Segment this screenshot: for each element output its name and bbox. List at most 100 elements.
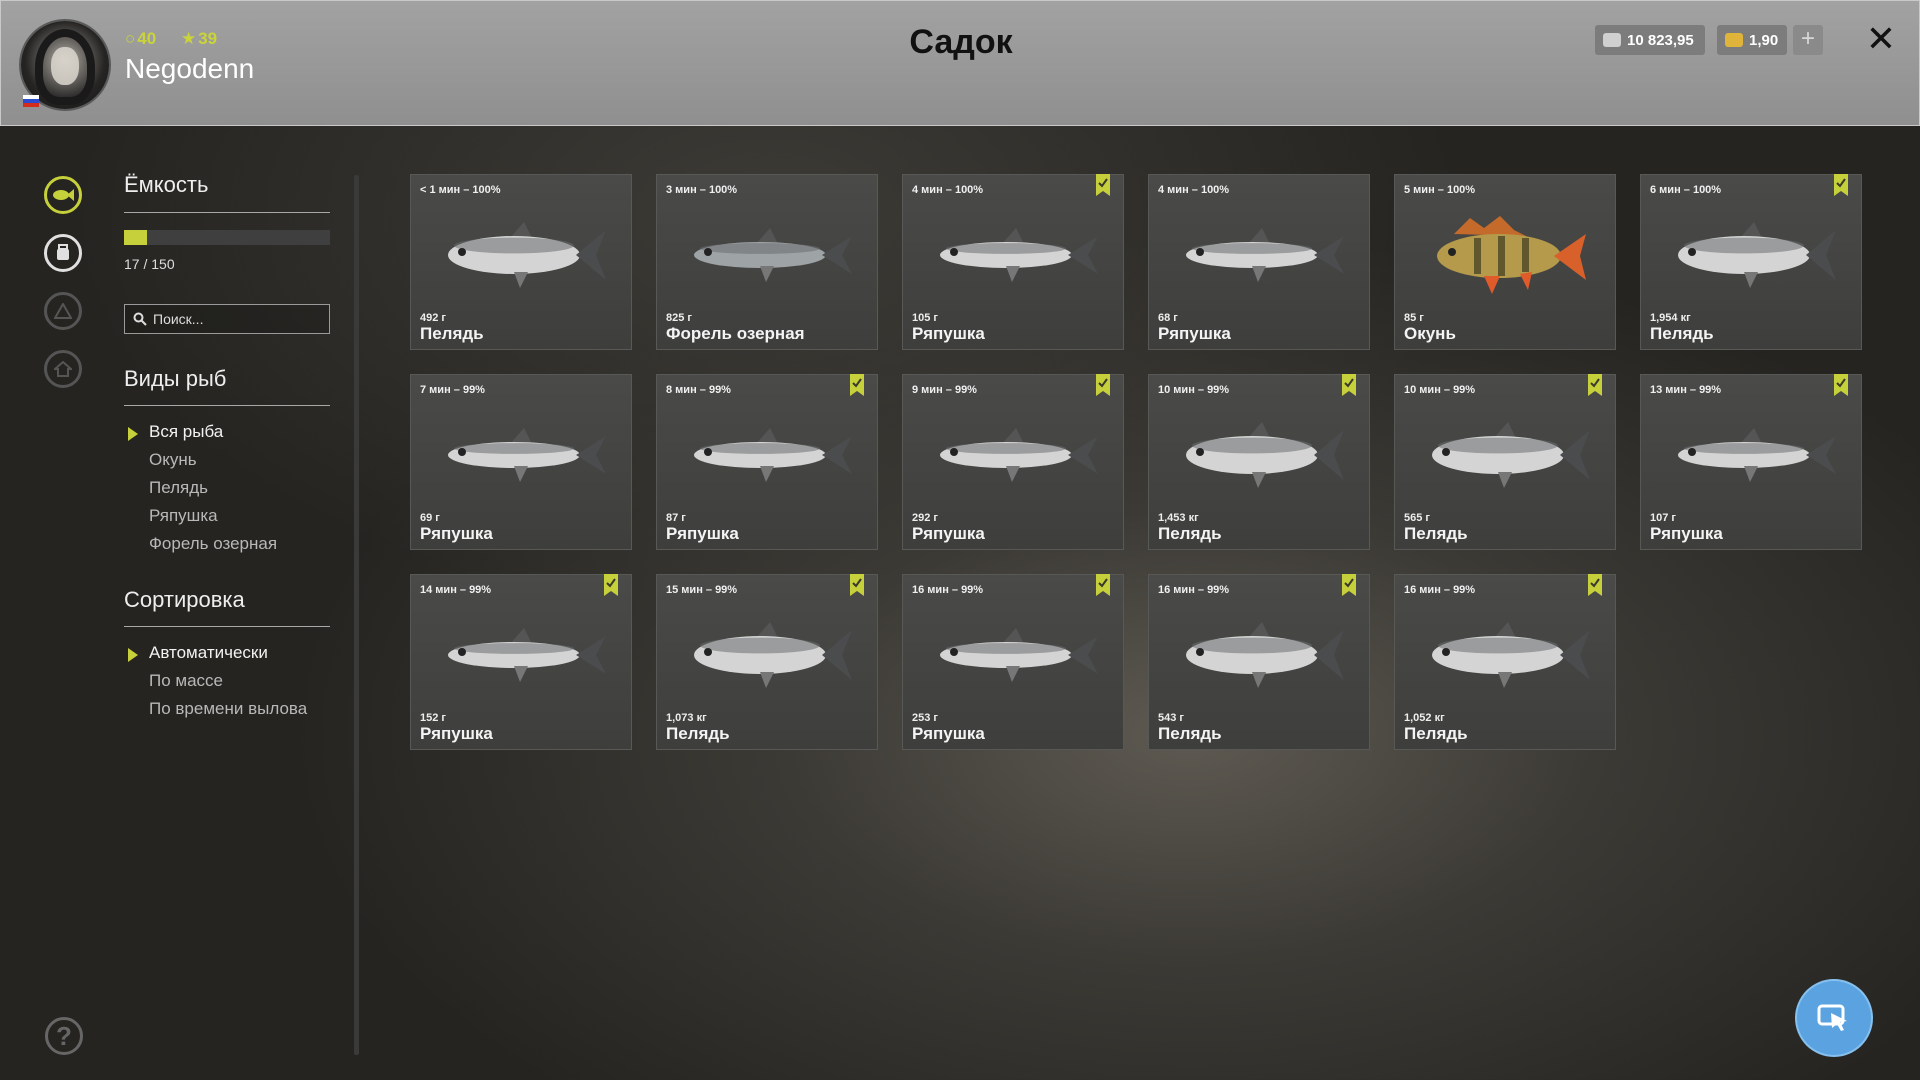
fish-card[interactable]: 5 мин – 100% 85 г Окунь: [1394, 174, 1616, 350]
fish-card[interactable]: 15 мин – 99% 1,073 кг Пелядь: [656, 574, 878, 750]
fish-card[interactable]: 7 мин – 99% 69 г Ряпушка: [410, 374, 632, 550]
bookmark-icon[interactable]: [1096, 574, 1110, 596]
catch-time: 16 мин – 99%: [1158, 584, 1230, 596]
help-button[interactable]: ?: [45, 1017, 83, 1055]
fish-name: Форель озерная: [666, 324, 805, 343]
tent-glyph-icon: [54, 303, 72, 319]
catch-time: 16 мин – 99%: [912, 584, 984, 596]
fish-name: Ряпушка: [912, 724, 985, 743]
catch-time: 4 мин – 100%: [1158, 184, 1230, 196]
species-title: Виды рыб: [124, 366, 227, 391]
fish-weight: 68 г: [1158, 312, 1178, 324]
species-option[interactable]: Пелядь: [149, 478, 208, 498]
avatar-face: [51, 47, 79, 85]
cursor-mode-button[interactable]: [1797, 981, 1871, 1055]
sort-option[interactable]: По времени вылова: [149, 699, 307, 719]
fish-card[interactable]: 4 мин – 100% 105 г Ряпушка: [902, 174, 1124, 350]
catch-time: < 1 мин – 100%: [420, 184, 501, 196]
level-icon: ○: [125, 29, 136, 48]
fish-weight: 253 г: [912, 712, 938, 724]
fish-name: Ряпушка: [1650, 524, 1723, 543]
species-option[interactable]: Окунь: [149, 450, 197, 470]
fish-weight: 105 г: [912, 312, 938, 324]
add-currency-button[interactable]: +: [1793, 25, 1823, 55]
species-option[interactable]: Ряпушка: [149, 506, 218, 526]
catch-time: 9 мин – 99%: [912, 384, 977, 396]
bookmark-icon[interactable]: [1834, 174, 1848, 196]
vendace-fish-image: [1678, 428, 1836, 482]
fish-weight: 825 г: [666, 312, 692, 324]
cursor-icon: [1817, 1004, 1847, 1031]
bookmark-icon[interactable]: [1342, 374, 1356, 396]
sort-option[interactable]: По массе: [149, 671, 223, 691]
fish-name: Пелядь: [1404, 724, 1468, 743]
bookmark-icon[interactable]: [1096, 174, 1110, 196]
fish-card[interactable]: 6 мин – 100% 1,954 кг Пелядь: [1640, 174, 1862, 350]
fish-card[interactable]: 16 мин – 99% 1,052 кг Пелядь: [1394, 574, 1616, 750]
peled-fish-image: [1432, 422, 1590, 488]
fish-card[interactable]: 16 мин – 99% 253 г Ряпушка: [902, 574, 1124, 750]
fish-weight: 1,052 кг: [1404, 712, 1445, 724]
home-icon[interactable]: [44, 350, 82, 388]
species-option[interactable]: Форель озерная: [149, 534, 277, 554]
fish-name: Ряпушка: [420, 724, 493, 743]
fish-name: Пелядь: [666, 724, 730, 743]
fish-weight: 87 г: [666, 512, 686, 524]
fish-weight: 152 г: [420, 712, 446, 724]
search-icon: [133, 312, 147, 326]
fish-name: Пелядь: [420, 324, 484, 343]
bookmark-icon[interactable]: [850, 374, 864, 396]
fish-card[interactable]: 4 мин – 100% 68 г Ряпушка: [1148, 174, 1370, 350]
peled-fish-image: [1186, 622, 1344, 688]
gold-balance: 1,90: [1717, 25, 1787, 55]
tent-icon[interactable]: [44, 292, 82, 330]
bucket-icon[interactable]: [44, 234, 82, 272]
fish-card[interactable]: 3 мин – 100% 825 г Форель озерная: [656, 174, 878, 350]
fish-name: Ряпушка: [912, 524, 985, 543]
capacity-title: Ёмкость: [124, 172, 209, 197]
catch-time: 16 мин – 99%: [1404, 584, 1476, 596]
bookmark-icon[interactable]: [1588, 374, 1602, 396]
fish-name: Пелядь: [1158, 524, 1222, 543]
peled-fish-image: [694, 622, 852, 688]
fish-card[interactable]: 10 мин – 99% 565 г Пелядь: [1394, 374, 1616, 550]
bookmark-icon[interactable]: [1342, 574, 1356, 596]
catch-time: 7 мин – 99%: [420, 384, 485, 396]
bookmark-icon[interactable]: [1588, 574, 1602, 596]
peled-fish-image: [448, 222, 606, 288]
catch-time: 6 мин – 100%: [1650, 184, 1722, 196]
fish-card[interactable]: 9 мин – 99% 292 г Ряпушка: [902, 374, 1124, 550]
fish-card[interactable]: < 1 мин – 100% 492 г Пелядь: [410, 174, 632, 350]
capacity-bar-fill: [124, 230, 148, 245]
fish-card[interactable]: 16 мин – 99% 543 г Пелядь: [1148, 574, 1370, 750]
species-option[interactable]: Вся рыба: [149, 422, 223, 442]
peled-fish-image: [1186, 422, 1344, 488]
bookmark-icon[interactable]: [1096, 374, 1110, 396]
search-input[interactable]: Поиск...: [124, 304, 330, 334]
keepnet-fish-icon[interactable]: [44, 176, 82, 214]
bookmark-icon[interactable]: [850, 574, 864, 596]
capacity-bar: [124, 230, 330, 245]
sort-option[interactable]: Автоматически: [149, 643, 268, 663]
close-button[interactable]: ✕: [1863, 19, 1899, 59]
stars-stat: ★ 39: [181, 29, 227, 48]
catch-time: 5 мин – 100%: [1404, 184, 1476, 196]
bookmark-icon[interactable]: [1834, 374, 1848, 396]
panel-divider: [354, 175, 359, 1055]
fish-name: Ряпушка: [1158, 324, 1231, 343]
vendace-fish-image: [694, 428, 852, 482]
fish-card[interactable]: 8 мин – 99% 87 г Ряпушка: [656, 374, 878, 550]
fish-weight: 107 г: [1650, 512, 1676, 524]
catch-time: 4 мин – 100%: [912, 184, 984, 196]
fish-card[interactable]: 14 мин – 99% 152 г Ряпушка: [410, 574, 632, 750]
fish-weight: 492 г: [420, 312, 446, 324]
bookmark-icon[interactable]: [604, 574, 618, 596]
fish-card[interactable]: 10 мин – 99% 1,453 кг Пелядь: [1148, 374, 1370, 550]
vendace-fish-image: [1186, 228, 1344, 282]
fish-weight: 69 г: [420, 512, 440, 524]
capacity-divider: [124, 212, 330, 213]
fish-card[interactable]: 13 мин – 99% 107 г Ряпушка: [1640, 374, 1862, 550]
fish-name: Пелядь: [1650, 324, 1714, 343]
home-glyph-icon: [54, 361, 72, 377]
fish-name: Окунь: [1404, 324, 1456, 343]
